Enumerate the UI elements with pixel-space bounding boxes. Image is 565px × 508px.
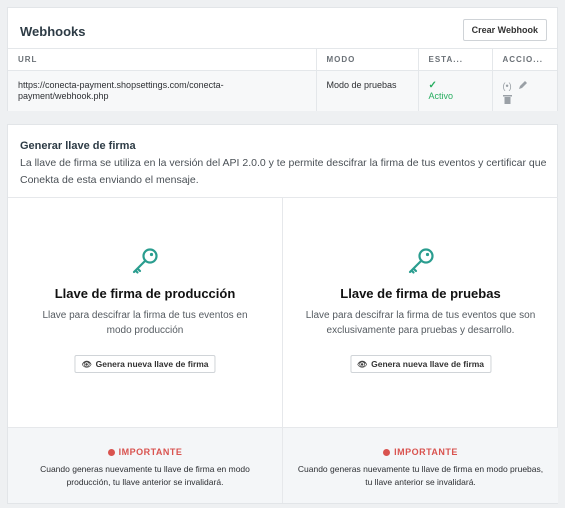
alert-dot-icon — [383, 449, 391, 456]
table-row: https://conecta-payment.shopsettings.com… — [8, 70, 557, 111]
generate-testing-key-label: Genera nueva llave de firma — [371, 359, 485, 369]
key-icon — [408, 248, 434, 274]
alert-dot-icon — [107, 449, 115, 456]
testing-warning: IMPORTANTE Cuando generas nuevamente tu … — [283, 427, 558, 503]
column-header-status[interactable]: ESTA... — [417, 48, 492, 71]
webhook-status: ✓ Activo — [417, 70, 492, 111]
broadcast-icon[interactable]: (•) — [503, 81, 512, 91]
generate-production-key-label: Genera nueva llave de firma — [95, 359, 209, 369]
webhooks-title: Webhooks — [20, 24, 86, 39]
warning-text: Cuando generas nuevamente tu llave de fi… — [297, 464, 544, 487]
column-header-actions[interactable]: ACCIO... — [491, 48, 557, 71]
webhook-actions: (•) — [491, 70, 557, 111]
testing-key-title: Llave de firma de pruebas — [340, 286, 501, 301]
webhooks-card: Webhooks Crear Webhook URL MODO ESTA... … — [7, 7, 558, 111]
webhook-mode: Modo de pruebas — [315, 70, 418, 111]
webhook-url: https://conecta-payment.shopsettings.com… — [8, 70, 316, 111]
testing-key-panel: Llave de firma de pruebas Llave para des… — [283, 197, 558, 427]
trash-icon[interactable] — [502, 94, 512, 106]
signing-description: La llave de firma se utiliza en la versi… — [20, 157, 547, 186]
warning-title: IMPORTANTE — [118, 447, 183, 457]
pencil-icon[interactable] — [518, 80, 528, 92]
key-icon — [132, 248, 158, 274]
status-badge: Activo — [428, 91, 454, 101]
eye-icon: 👁 — [356, 359, 368, 369]
warning-title: IMPORTANTE — [394, 447, 458, 457]
production-key-title: Llave de firma de producción — [54, 286, 236, 301]
testing-key-description: Llave para descifrar la firma de tus eve… — [305, 310, 536, 336]
signing-key-card: Generar llave de firma La llave de firma… — [7, 124, 558, 504]
signing-section-title: Generar llave de firma — [20, 140, 136, 152]
webhooks-table: URL MODO ESTA... ACCIO... https://conect… — [8, 48, 557, 111]
production-key-description: Llave para descifrar la firma de tus eve… — [42, 310, 248, 336]
generate-testing-key-button[interactable]: 👁 Genera nueva llave de firma — [349, 355, 492, 373]
production-key-panel: Llave de firma de producción Llave para … — [8, 197, 283, 427]
create-webhook-button[interactable]: Crear Webhook — [462, 19, 547, 41]
check-icon: ✓ — [428, 80, 437, 91]
column-header-url[interactable]: URL — [8, 48, 316, 71]
eye-icon: 👁 — [81, 359, 92, 369]
production-warning: IMPORTANTE Cuando generas nuevamente tu … — [8, 427, 283, 503]
warning-text: Cuando generas nuevamente tu llave de fi… — [40, 464, 250, 487]
generate-production-key-button[interactable]: 👁 Genera nueva llave de firma — [74, 355, 216, 373]
column-header-mode[interactable]: MODO — [315, 48, 418, 71]
